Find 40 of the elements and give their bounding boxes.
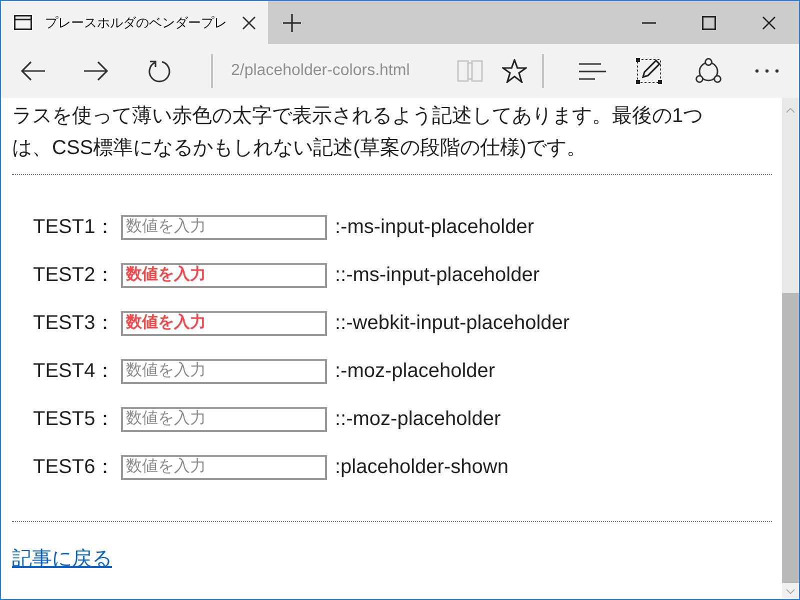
- selector-text: :-ms-input-placeholder: [335, 215, 534, 240]
- input-field[interactable]: 数値を入力: [121, 262, 327, 288]
- menu-lines-icon: [578, 62, 606, 80]
- maximize-icon: [702, 16, 716, 30]
- address-bar[interactable]: 2/placeholder-colors.html: [231, 59, 451, 83]
- tab-title: プレースホルダのベンダープレ: [45, 14, 227, 32]
- test-label: TEST6：: [33, 455, 116, 480]
- minimize-icon: [642, 22, 656, 24]
- back-to-article-link[interactable]: 記事に戻る: [12, 548, 112, 570]
- test-label: TEST2：: [33, 263, 116, 288]
- input-field[interactable]: 数値を入力: [121, 406, 327, 432]
- star-icon: [502, 59, 526, 83]
- share-icon: [694, 58, 722, 84]
- test-label: TEST1：: [33, 215, 116, 240]
- test-label: TEST5：: [33, 407, 116, 432]
- scrollbar-thumb[interactable]: [782, 293, 799, 583]
- close-tab-button[interactable]: [241, 14, 257, 30]
- pen-square-icon: [636, 58, 662, 84]
- input-field[interactable]: 数値を入力: [121, 454, 327, 480]
- input-field[interactable]: 数値を入力: [121, 310, 327, 336]
- selector-text: :-moz-placeholder: [335, 359, 496, 384]
- test-label: TEST3：: [33, 311, 116, 336]
- forward-arrow-icon: [83, 61, 109, 81]
- paragraph: ラスを使って薄い赤色の太字で表示されるよう記述してあります。最後の1つ は、CSS標準になるかもしれない記述(草案の段階の仕様)です。: [12, 104, 704, 161]
- close-icon: [762, 16, 776, 30]
- refresh-icon: [146, 58, 172, 84]
- selector-text: ::-moz-placeholder: [335, 407, 501, 432]
- plus-icon: [283, 14, 301, 32]
- input-field[interactable]: 数値を入力: [121, 358, 327, 384]
- close-icon: [242, 16, 256, 30]
- selector-text: ::-ms-input-placeholder: [335, 263, 540, 288]
- input-field[interactable]: 数値を入力: [121, 214, 327, 240]
- more-icon: [755, 69, 779, 73]
- selector-text: ::-webkit-input-placeholder: [335, 311, 570, 336]
- tab-page-icon: [14, 15, 32, 30]
- scrollbar-track[interactable]: [782, 98, 799, 599]
- browser-tab[interactable]: プレースホルダのベンダープレ: [1, 1, 268, 44]
- back-arrow-icon: [20, 61, 46, 81]
- test-label: TEST4：: [33, 359, 116, 384]
- selector-text: :placeholder-shown: [335, 455, 508, 480]
